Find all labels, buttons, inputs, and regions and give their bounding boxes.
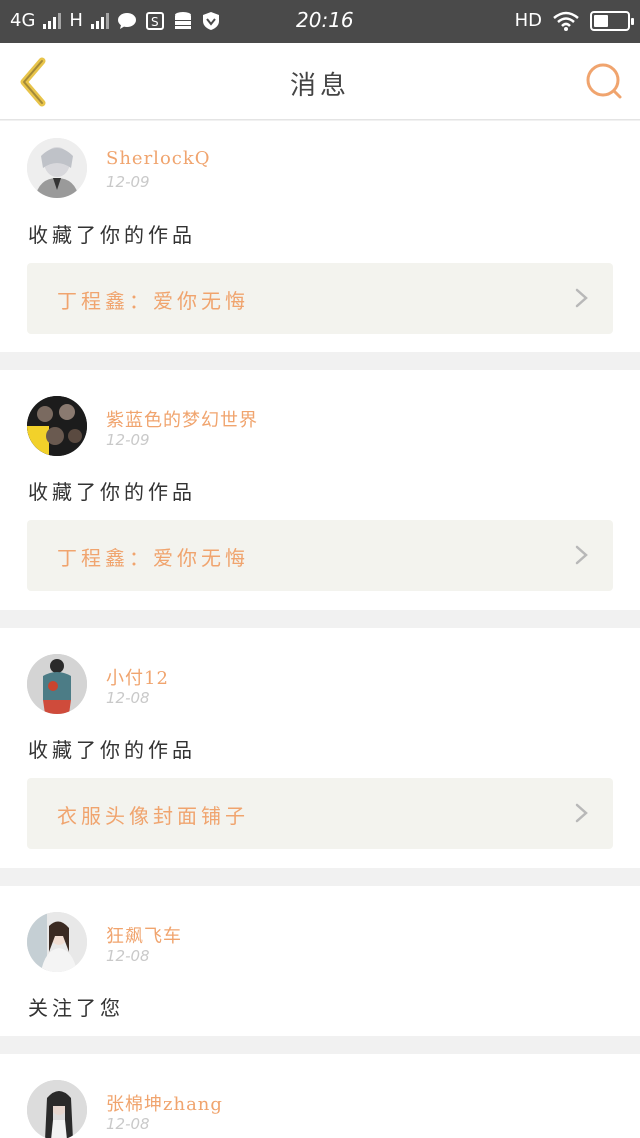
signal-icon (43, 12, 62, 29)
message-item: SherlockQ 12-09 收藏了你的作品 丁程鑫：爱你无悔 (0, 121, 640, 352)
work-title: 丁程鑫：爱你无悔 (57, 289, 249, 313)
search-icon (586, 63, 622, 99)
status-bar: 4G H S 20:16 HD (0, 0, 640, 43)
user-name[interactable]: 小付12 (106, 664, 169, 690)
message-date: 12-08 (106, 947, 150, 965)
message-list: SherlockQ 12-09 收藏了你的作品 丁程鑫：爱你无悔 紫蓝色的梦幻世… (0, 121, 640, 1138)
user-name[interactable]: SherlockQ (106, 148, 211, 169)
vpn-shield-icon (201, 11, 221, 31)
work-link[interactable]: 丁程鑫：爱你无悔 (27, 263, 613, 334)
page-title: 消息 (289, 71, 350, 101)
message-date: 12-08 (106, 1115, 150, 1133)
network-h-label: H (69, 10, 83, 31)
avatar[interactable] (27, 654, 87, 714)
work-link[interactable]: 衣服头像封面铺子 (27, 778, 613, 849)
app-s-icon: S (145, 11, 165, 31)
message-action: 关注了您 (28, 996, 124, 1020)
user-name[interactable]: 张棉坤zhang (106, 1090, 223, 1116)
chevron-right-icon (575, 288, 588, 308)
work-title: 衣服头像封面铺子 (57, 804, 249, 828)
message-action: 收藏了你的作品 (28, 223, 196, 247)
status-left: 4G H S (10, 10, 221, 31)
message-item: 狂飙飞车 12-08 关注了您 (0, 886, 640, 1036)
work-title: 丁程鑫：爱你无悔 (57, 546, 249, 570)
message-date: 12-09 (106, 173, 150, 191)
chevron-right-icon (575, 803, 588, 823)
message-action: 收藏了你的作品 (28, 480, 196, 504)
message-item: 张棉坤zhang 12-08 (0, 1054, 640, 1138)
wifi-icon (552, 11, 580, 31)
chevron-right-icon (575, 545, 588, 565)
network-4g-label: 4G (10, 10, 36, 31)
hd-label: HD (514, 10, 542, 31)
status-right: HD (514, 10, 634, 31)
battery-icon (590, 10, 634, 31)
avatar[interactable] (27, 1080, 87, 1138)
message-item: 紫蓝色的梦幻世界 12-09 收藏了你的作品 丁程鑫：爱你无悔 (0, 370, 640, 610)
app-header: 消息 (0, 43, 640, 120)
database-icon (173, 11, 193, 31)
message-date: 12-08 (106, 689, 150, 707)
message-date: 12-09 (106, 431, 150, 449)
avatar[interactable] (27, 138, 87, 198)
chat-bubble-icon (117, 11, 137, 31)
message-action: 收藏了你的作品 (28, 738, 196, 762)
work-link[interactable]: 丁程鑫：爱你无悔 (27, 520, 613, 591)
user-name[interactable]: 狂飙飞车 (106, 922, 182, 948)
search-button[interactable] (584, 61, 624, 101)
battery-level (594, 14, 609, 27)
user-name[interactable]: 紫蓝色的梦幻世界 (106, 406, 258, 432)
message-item: 小付12 12-08 收藏了你的作品 衣服头像封面铺子 (0, 628, 640, 868)
avatar[interactable] (27, 912, 87, 972)
avatar[interactable] (27, 396, 87, 456)
signal-icon-2 (90, 12, 109, 29)
svg-text:S: S (151, 15, 159, 29)
status-time: 20:16 (296, 8, 354, 32)
